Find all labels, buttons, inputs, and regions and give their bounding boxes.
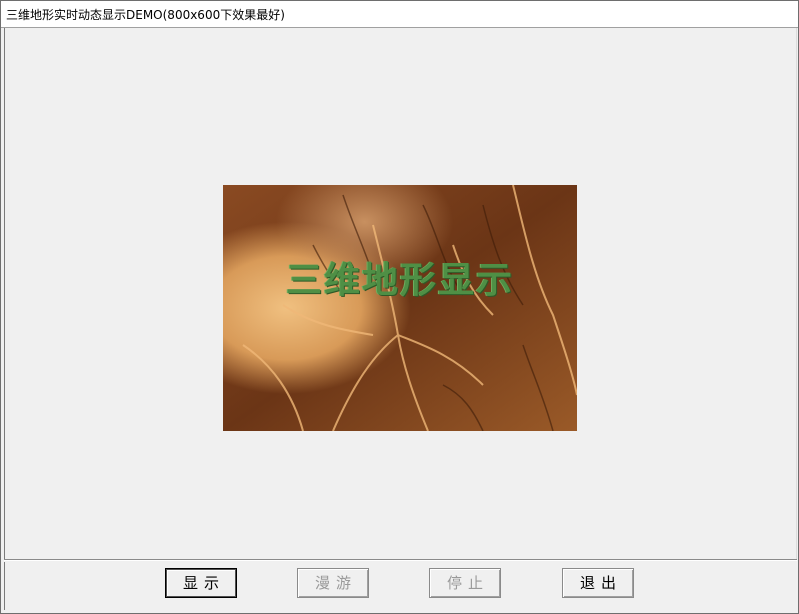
app-window: 三维地形实时动态显示DEMO(800x600下效果最好) 三维地形显示 显示 漫… (0, 0, 799, 614)
stop-button[interactable]: 停止 (429, 568, 501, 598)
show-button[interactable]: 显示 (165, 568, 237, 598)
terrain-preview: 三维地形显示 (223, 185, 577, 431)
roam-button[interactable]: 漫游 (297, 568, 369, 598)
exit-button[interactable]: 退出 (562, 568, 634, 598)
terrain-caption: 三维地形显示 (285, 259, 514, 301)
window-title: 三维地形实时动态显示DEMO(800x600下效果最好) (6, 8, 285, 22)
button-bar-separator (4, 559, 797, 561)
terrain-image (223, 185, 577, 431)
title-bar[interactable]: 三维地形实时动态显示DEMO(800x600下效果最好) (1, 1, 798, 28)
frame-edge (4, 562, 5, 610)
